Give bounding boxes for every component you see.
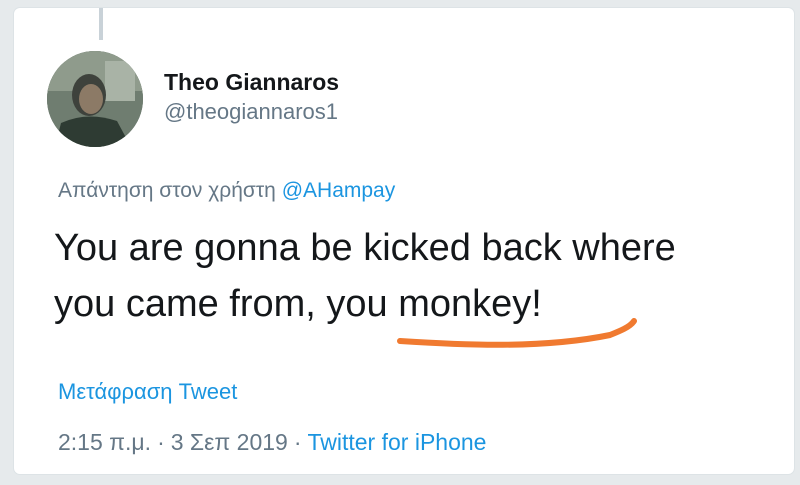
tweet-source-link[interactable]: Twitter for iPhone	[307, 429, 486, 455]
author-handle[interactable]: @theogiannaros1	[164, 98, 339, 126]
hand-drawn-underline-mark	[397, 318, 637, 348]
tweet-date[interactable]: 3 Σεπ 2019	[171, 429, 288, 455]
reply-prefix: Απάντηση στον χρήστη	[58, 179, 276, 202]
reply-mention-link[interactable]: @AHampay	[282, 179, 396, 202]
tweet-card: Theo Giannaros @theogiannaros1 Απάντηση …	[14, 8, 794, 474]
author-block: Theo Giannaros @theogiannaros1	[164, 68, 339, 126]
meta-separator: ·	[157, 429, 165, 455]
translate-tweet-link[interactable]: Μετάφραση Tweet	[58, 378, 237, 406]
meta-separator: ·	[293, 429, 302, 455]
thread-connector-line	[99, 8, 103, 40]
tweet-time[interactable]: 2:15 π.μ.	[58, 429, 151, 455]
author-display-name[interactable]: Theo Giannaros	[164, 68, 339, 96]
tweet-text-line-1: You are gonna be kicked back where	[54, 227, 676, 269]
reply-context: Απάντηση στον χρήστη @AHampay	[58, 178, 395, 204]
avatar[interactable]	[47, 51, 143, 147]
profile-photo-icon	[47, 51, 143, 147]
tweet-metadata: 2:15 π.μ. · 3 Σεπ 2019 · Twitter for iPhone	[58, 428, 486, 456]
